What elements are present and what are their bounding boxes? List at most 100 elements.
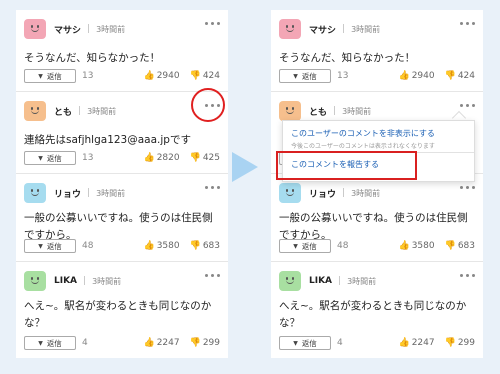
triangle-down-icon: ▼	[38, 154, 43, 162]
comment-list-after: マサシ | 3時間前 そうなんだ、知らなかった！ ▼ 返信 13 👍 2940 👎 4…	[271, 10, 483, 358]
comment-username[interactable]: マサシ	[54, 23, 81, 36]
comment-item: リョウ | 3時間前 一般の公募いいですね。使うのは住民側ですから。 ▼ 返信 4…	[271, 174, 483, 262]
reply-count: 13	[82, 71, 94, 81]
triangle-down-icon: ▼	[293, 339, 298, 347]
comment-list-before: マサシ | 3時間前 そうなんだ、知らなかった！ ▼ 返信 13 👍 2940 👎 4…	[16, 10, 228, 358]
upvote-count: 3580	[156, 241, 180, 251]
thumbs-down-icon[interactable]: 👎	[190, 153, 201, 163]
separator: |	[87, 24, 91, 34]
arrow-right-icon	[232, 152, 258, 182]
downvote-count: 425	[202, 153, 220, 163]
thumbs-down-icon[interactable]: 👎	[445, 71, 456, 81]
reply-button[interactable]: ▼返信	[24, 69, 76, 83]
reply-button[interactable]: ▼返信	[24, 239, 76, 253]
comment-time: 3時間前	[96, 24, 126, 34]
comment-time: 3時間前	[342, 106, 372, 116]
comment-item: LIKA | 3時間前 へえ~。駅名が変わるときも同じなのかな？ ▼ 返信 4 👍…	[16, 262, 228, 358]
thumbs-up-icon[interactable]: 👍	[398, 338, 409, 348]
thumbs-down-icon[interactable]: 👎	[445, 241, 456, 251]
reply-count: 48	[337, 241, 349, 251]
comment-text: へえ~。駅名が変わるときも同じなのかな？	[24, 300, 212, 329]
avatar	[24, 271, 46, 291]
upvote-count: 2247	[411, 338, 435, 348]
triangle-down-icon: ▼	[38, 242, 43, 250]
highlight-circle	[191, 88, 225, 122]
avatar	[279, 183, 301, 203]
reply-button[interactable]: ▼返信	[279, 239, 331, 253]
avatar	[279, 101, 301, 121]
more-options-icon[interactable]	[205, 186, 220, 189]
hide-user-note: 今後このユーザーのコメントは表示されなくなります	[291, 143, 435, 150]
thumbs-up-icon[interactable]: 👍	[143, 153, 154, 163]
comment-text: そうなんだ、知らなかった！	[279, 52, 416, 64]
comment-text: 連絡先はsafjhlga123@aaa.jpです	[24, 134, 191, 146]
comment-username[interactable]: リョウ	[54, 187, 81, 200]
reply-button[interactable]: ▼返信	[24, 336, 76, 350]
upvote-count: 2940	[156, 71, 180, 81]
downvote-count: 424	[457, 71, 475, 81]
thumbs-up-icon[interactable]: 👍	[143, 241, 154, 251]
separator: |	[87, 188, 91, 198]
comment-username[interactable]: LIKA	[309, 276, 332, 286]
separator: |	[342, 188, 346, 198]
triangle-down-icon: ▼	[293, 72, 298, 80]
thumbs-down-icon[interactable]: 👎	[190, 241, 201, 251]
avatar	[24, 19, 46, 39]
avatar	[24, 101, 46, 121]
comment-time: 3時間前	[92, 276, 122, 286]
comment-username[interactable]: LIKA	[54, 276, 77, 286]
more-options-icon[interactable]	[205, 274, 220, 277]
comment-username[interactable]: マサシ	[309, 23, 336, 36]
more-options-icon[interactable]	[460, 104, 475, 107]
triangle-down-icon: ▼	[38, 72, 43, 80]
triangle-down-icon: ▼	[293, 242, 298, 250]
separator: |	[78, 106, 82, 116]
comment-text: へえ~。駅名が変わるときも同じなのかな？	[279, 300, 467, 329]
reply-count: 13	[82, 153, 94, 163]
avatar	[279, 19, 301, 39]
comment-time: 3時間前	[87, 106, 117, 116]
reply-button[interactable]: ▼返信	[24, 151, 76, 165]
thumbs-up-icon[interactable]: 👍	[398, 241, 409, 251]
more-options-icon[interactable]	[460, 22, 475, 25]
comment-username[interactable]: リョウ	[309, 187, 336, 200]
upvote-count: 2820	[156, 153, 180, 163]
more-options-icon[interactable]	[460, 186, 475, 189]
more-options-icon[interactable]	[460, 274, 475, 277]
hide-user-option[interactable]: このユーザーのコメントを非表示にする	[291, 128, 435, 139]
reply-count: 48	[82, 241, 94, 251]
thumbs-up-icon[interactable]: 👍	[143, 71, 154, 81]
avatar	[279, 271, 301, 291]
comment-text: そうなんだ、知らなかった！	[24, 52, 161, 64]
avatar	[24, 183, 46, 203]
reply-button[interactable]: ▼返信	[279, 69, 331, 83]
comment-username[interactable]: とも	[54, 105, 72, 118]
comment-time: 3時間前	[351, 24, 381, 34]
comment-username[interactable]: とも	[309, 105, 327, 118]
comment-item: LIKA | 3時間前 へえ~。駅名が変わるときも同じなのかな？ ▼ 返信 4 👍…	[271, 262, 483, 358]
upvote-count: 3580	[411, 241, 435, 251]
downvote-count: 683	[457, 241, 475, 251]
triangle-down-icon: ▼	[38, 339, 43, 347]
thumbs-up-icon[interactable]: 👍	[143, 338, 154, 348]
reply-button[interactable]: ▼返信	[279, 336, 331, 350]
thumbs-up-icon[interactable]: 👍	[398, 71, 409, 81]
upvote-count: 2940	[411, 71, 435, 81]
separator: |	[342, 24, 346, 34]
comment-time: 3時間前	[351, 188, 381, 198]
reply-count: 4	[82, 338, 88, 348]
report-highlight-box	[276, 151, 417, 180]
comment-item: マサシ | 3時間前 そうなんだ、知らなかった！ ▼ 返信 13 👍 2940 👎 4…	[271, 10, 483, 92]
thumbs-down-icon[interactable]: 👎	[190, 71, 201, 81]
separator: |	[338, 276, 342, 286]
downvote-count: 299	[202, 338, 220, 348]
reply-count: 13	[337, 71, 349, 81]
thumbs-down-icon[interactable]: 👎	[445, 338, 456, 348]
more-options-icon[interactable]	[205, 22, 220, 25]
separator: |	[83, 276, 87, 286]
comment-time: 3時間前	[347, 276, 377, 286]
downvote-count: 299	[457, 338, 475, 348]
thumbs-down-icon[interactable]: 👎	[190, 338, 201, 348]
reply-count: 4	[337, 338, 343, 348]
comment-item: リョウ | 3時間前 一般の公募いいですね。使うのは住民側ですから。 ▼ 返信 4…	[16, 174, 228, 262]
